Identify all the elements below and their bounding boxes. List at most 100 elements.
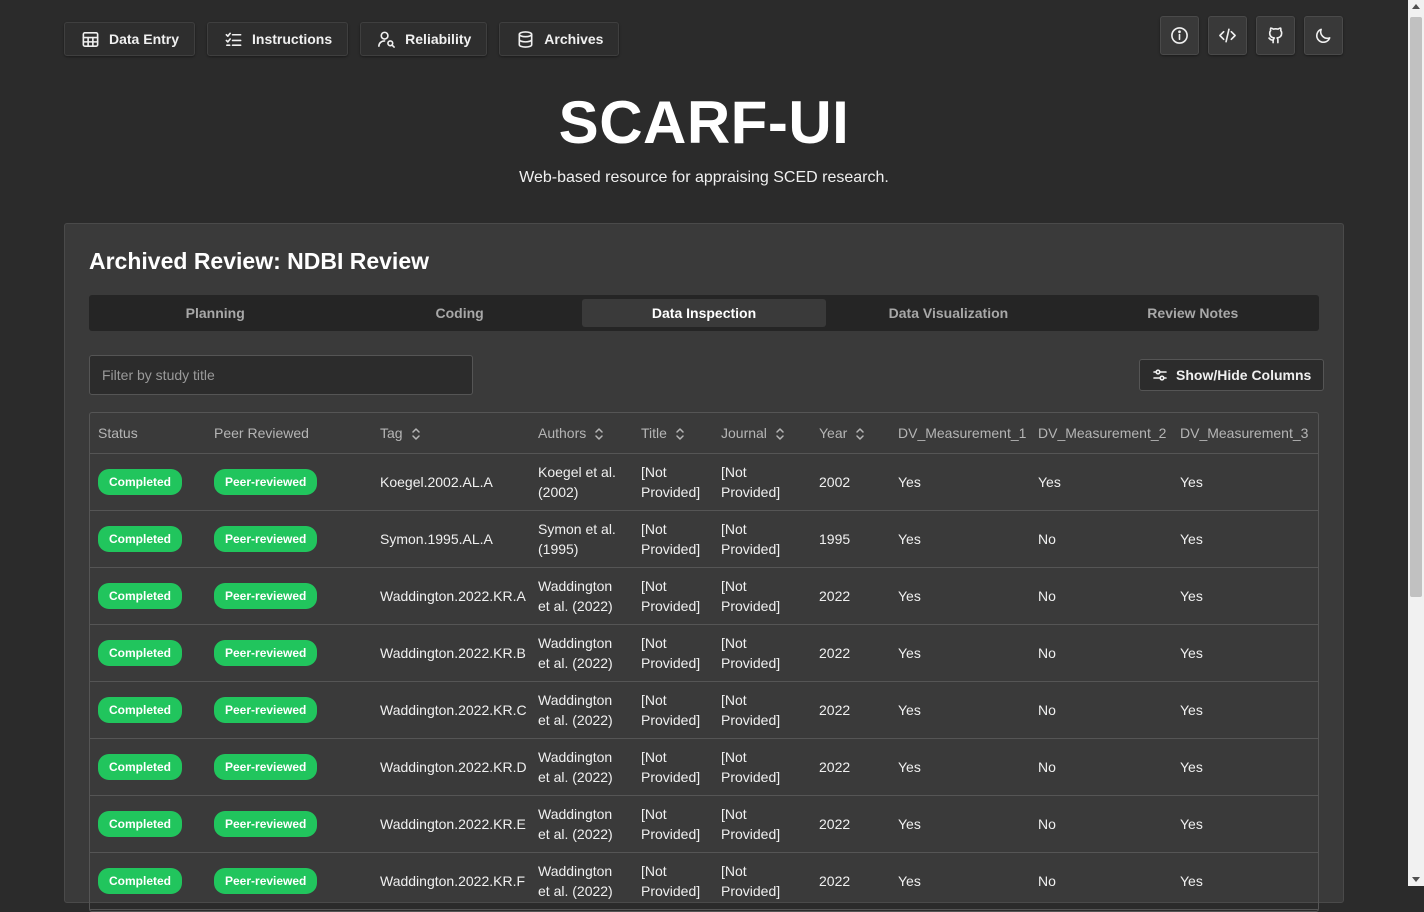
scrollbar-thumb[interactable] <box>1410 17 1422 597</box>
tag-cell: Waddington.2022.KR.D <box>372 738 530 796</box>
scroll-down-arrow-icon[interactable] <box>1412 877 1420 882</box>
archives-button[interactable]: Archives <box>499 22 620 56</box>
title-line-1: [Not <box>641 806 667 822</box>
reliability-button[interactable]: Reliability <box>360 22 488 56</box>
show-hide-columns-label: Show/Hide Columns <box>1176 367 1312 383</box>
studies-table: Status Peer Reviewed Tag Authors Title Journa… <box>90 413 1318 910</box>
dv-measurement-1-cell: Yes <box>890 795 1030 853</box>
column-header-title[interactable]: Title <box>633 413 713 454</box>
table-row[interactable]: Completed Peer-reviewed Waddington.2022.KR… <box>90 567 1318 625</box>
title-cell: [Not Provided] <box>633 510 713 568</box>
authors-cell: Waddington et al. (2022) <box>530 738 633 796</box>
review-tabs: Planning Coding Data Inspection Data Vis… <box>89 295 1319 331</box>
table-row[interactable]: Completed Peer-reviewed Waddington.2022.KR… <box>90 795 1318 853</box>
table-row[interactable]: Completed Peer-reviewed Waddington.2022.KR… <box>90 738 1318 796</box>
dv-measurement-2-cell: No <box>1030 624 1172 682</box>
table-row[interactable]: Completed Peer-reviewed Symon.1995.AL.A Sym… <box>90 510 1318 568</box>
column-header-year[interactable]: Year <box>811 413 890 454</box>
sort-icon[interactable] <box>675 427 685 441</box>
authors-cell: Symon et al. (1995) <box>530 510 633 568</box>
column-header-label: Year <box>819 424 848 441</box>
column-header-dv-measurement-3: DV_Measurement_3 <box>1172 413 1318 454</box>
moon-icon <box>1315 28 1331 44</box>
review-card: Archived Review: NDBI Review Planning Co… <box>64 223 1344 912</box>
table-row[interactable]: Completed Peer-reviewed Waddington.2022.KR… <box>90 681 1318 739</box>
theme-toggle-button[interactable] <box>1304 16 1343 55</box>
sort-icon[interactable] <box>855 427 865 441</box>
code-icon <box>1219 28 1236 43</box>
title-cell: [Not Provided] <box>633 681 713 739</box>
tab-coding[interactable]: Coding <box>337 299 581 327</box>
page-scrollbar[interactable] <box>1408 0 1424 886</box>
journal-cell: [Not Provided] <box>713 852 811 910</box>
dv-measurement-2-cell: No <box>1030 738 1172 796</box>
peer-reviewed-cell: Peer-reviewed <box>206 510 372 568</box>
column-header-label: DV_Measurement_3 <box>1180 425 1309 441</box>
journal-cell: [Not Provided] <box>713 510 811 568</box>
scroll-up-arrow-icon[interactable] <box>1412 4 1420 9</box>
authors-line-1: Koegel et al. <box>538 464 616 480</box>
title-cell: [Not Provided] <box>633 738 713 796</box>
column-header-journal[interactable]: Journal <box>713 413 811 454</box>
authors-cell: Waddington et al. (2022) <box>530 681 633 739</box>
peer-reviewed-badge: Peer-reviewed <box>214 583 318 609</box>
peer-reviewed-badge: Peer-reviewed <box>214 469 318 495</box>
instructions-button[interactable]: Instructions <box>207 22 349 56</box>
authors-line-2: (1995) <box>538 541 579 557</box>
journal-cell: [Not Provided] <box>713 624 811 682</box>
info-icon <box>1171 27 1188 44</box>
peer-reviewed-badge: Peer-reviewed <box>214 868 318 894</box>
data-entry-button[interactable]: Data Entry <box>64 22 196 56</box>
github-button[interactable] <box>1256 16 1295 55</box>
info-button[interactable] <box>1160 16 1199 55</box>
tab-planning[interactable]: Planning <box>93 299 337 327</box>
study-title-filter-input[interactable] <box>89 355 473 395</box>
sort-icon[interactable] <box>411 427 421 441</box>
tag-cell: Waddington.2022.KR.C <box>372 681 530 739</box>
year-cell: 2022 <box>811 852 890 910</box>
sort-icon[interactable] <box>594 427 604 441</box>
dv-measurement-1-cell: Yes <box>890 510 1030 568</box>
column-header-label: Authors <box>538 424 587 441</box>
authors-line-1: Waddington <box>538 692 613 708</box>
show-hide-columns-button[interactable]: Show/Hide Columns <box>1139 359 1325 391</box>
table-row[interactable]: Completed Peer-reviewed Koegel.2002.AL.A Ko… <box>90 453 1318 511</box>
journal-line-2: Provided] <box>721 541 781 557</box>
peer-reviewed-cell: Peer-reviewed <box>206 852 372 910</box>
sort-icon[interactable] <box>775 427 785 441</box>
column-header-label: Status <box>98 425 138 441</box>
journal-line-1: [Not <box>721 692 747 708</box>
tab-review-notes[interactable]: Review Notes <box>1071 299 1315 327</box>
authors-line-2: et al. (2022) <box>538 769 613 785</box>
dv-measurement-3-cell: Yes <box>1172 852 1318 910</box>
tab-data-inspection[interactable]: Data Inspection <box>581 299 827 327</box>
status-badge: Completed <box>98 526 183 552</box>
journal-cell: [Not Provided] <box>713 681 811 739</box>
dv-measurement-3-cell: Yes <box>1172 681 1318 739</box>
column-header-authors[interactable]: Authors <box>530 413 633 454</box>
journal-cell: [Not Provided] <box>713 795 811 853</box>
tag-cell: Koegel.2002.AL.A <box>372 453 530 511</box>
column-header-dv-measurement-1: DV_Measurement_1 <box>890 413 1030 454</box>
status-badge: Completed <box>98 697 183 723</box>
authors-cell: Waddington et al. (2022) <box>530 795 633 853</box>
journal-line-1: [Not <box>721 863 747 879</box>
title-cell: [Not Provided] <box>633 453 713 511</box>
source-code-button[interactable] <box>1208 16 1247 55</box>
column-header-tag[interactable]: Tag <box>372 413 530 454</box>
table-row[interactable]: Completed Peer-reviewed Waddington.2022.KR… <box>90 624 1318 682</box>
status-badge: Completed <box>98 469 183 495</box>
year-cell: 2022 <box>811 681 890 739</box>
status-cell: Completed <box>90 453 206 511</box>
column-header-peer-reviewed: Peer Reviewed <box>206 413 372 454</box>
peer-reviewed-cell: Peer-reviewed <box>206 795 372 853</box>
title-line-2: Provided] <box>641 883 701 899</box>
peer-reviewed-cell: Peer-reviewed <box>206 738 372 796</box>
peer-reviewed-badge: Peer-reviewed <box>214 640 318 666</box>
journal-line-2: Provided] <box>721 883 781 899</box>
tab-data-visualization[interactable]: Data Visualization <box>826 299 1070 327</box>
table-row[interactable]: Completed Peer-reviewed Waddington.2022.KR… <box>90 852 1318 910</box>
tag-cell: Waddington.2022.KR.F <box>372 852 530 910</box>
dv-measurement-1-cell: Yes <box>890 852 1030 910</box>
github-icon <box>1268 27 1283 44</box>
